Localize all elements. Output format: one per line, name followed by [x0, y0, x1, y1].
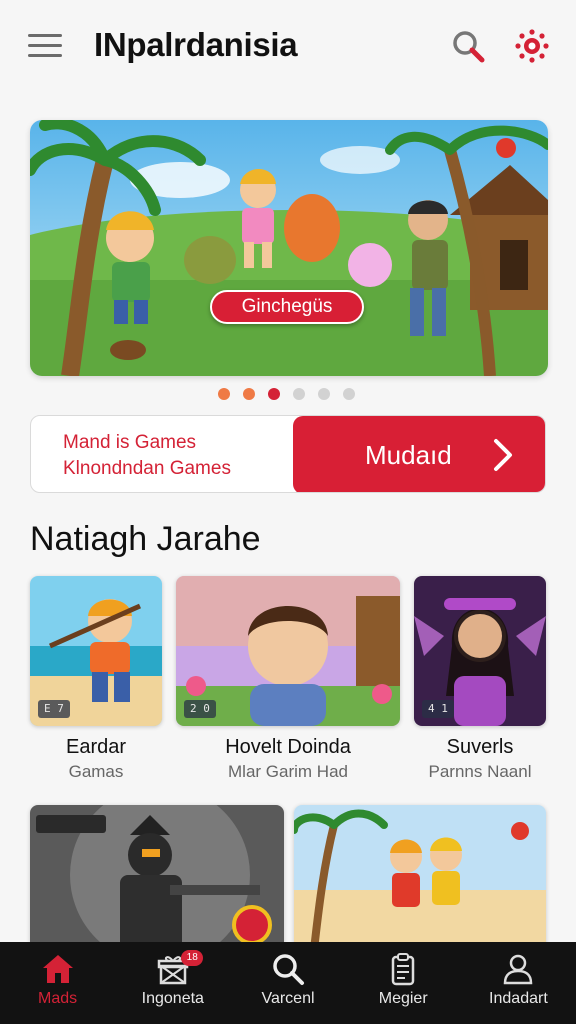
promo-action-button[interactable]: Mudaıd — [293, 416, 545, 492]
app-header: INpalrdanisia — [0, 0, 576, 92]
game-thumbnail: E 7 — [30, 576, 162, 726]
app-screen: INpalrdanisia Ginchegüs Mand is Games Kl… — [0, 0, 576, 1024]
nav-label: Varcenl — [261, 990, 315, 1007]
carousel-dot[interactable] — [293, 388, 305, 400]
nav-label: Mads — [38, 990, 78, 1007]
game-thumbnail — [30, 805, 284, 950]
app-title: INpalrdanisia — [94, 26, 298, 63]
game-card[interactable]: 2 0 Hovelt Doinda Mlar Garim Had — [176, 576, 400, 786]
carousel-dot-active[interactable] — [268, 388, 280, 400]
carousel-dot[interactable] — [218, 388, 230, 400]
nav-item-clipboard[interactable]: Megier — [346, 942, 461, 1024]
game-card[interactable] — [30, 805, 284, 950]
game-title: Hovelt Doinda — [225, 736, 351, 758]
carousel-dot[interactable] — [243, 388, 255, 400]
hamburger-menu-icon[interactable] — [28, 34, 62, 58]
carousel-dot[interactable] — [343, 388, 355, 400]
game-subtitle: Mlar Garim Had — [228, 762, 348, 781]
game-thumbnail — [294, 805, 546, 950]
carousel-dot[interactable] — [318, 388, 330, 400]
game-card[interactable] — [294, 805, 546, 950]
nav-label: Megier — [378, 990, 428, 1007]
game-thumbnail: 4 1 — [414, 576, 546, 726]
hero-cta-button[interactable]: Ginchegüs — [210, 290, 364, 324]
promo-button-label: Mudaıd — [365, 440, 452, 470]
promo-banner: Mand is Games Klnondndan Games Mudaıd — [30, 415, 546, 493]
promo-line-1: Mand is Games — [63, 432, 197, 453]
chevron-right-icon — [494, 439, 512, 471]
game-badge: 4 1 — [422, 700, 454, 718]
nav-item-gifts[interactable]: 18 Ingoneta — [115, 942, 230, 1024]
hero-banner[interactable]: Ginchegüs — [30, 120, 548, 376]
game-badge: 2 0 — [184, 700, 216, 718]
bottom-navigation: Mads 18 Ingoneta Varcenl Megier Indadart — [0, 942, 576, 1024]
game-card[interactable]: 4 1 Suverls Parnns Naanl — [414, 576, 546, 786]
nav-item-home[interactable]: Mads — [0, 942, 115, 1024]
hero-illustration — [30, 120, 548, 376]
search-icon — [273, 954, 304, 985]
game-title: Suverls — [446, 736, 514, 758]
gear-icon[interactable] — [514, 28, 550, 64]
notification-badge: 18 — [181, 950, 204, 966]
search-icon[interactable] — [450, 28, 486, 64]
game-thumbnail: 2 0 — [176, 576, 400, 726]
nav-label: Ingoneta — [141, 990, 204, 1007]
nav-item-profile[interactable]: Indadart — [461, 942, 576, 1024]
home-icon — [42, 955, 73, 983]
section-title: Natiagh Jarahe — [30, 520, 261, 558]
clipboard-icon — [391, 953, 415, 986]
game-subtitle: Gamas — [68, 762, 124, 781]
carousel-indicator — [218, 388, 355, 400]
user-icon — [504, 954, 533, 985]
promo-line-2: Klnondndan Games — [63, 458, 231, 479]
game-card[interactable]: E 7 Eardar Gamas — [30, 576, 162, 786]
game-title: Eardar — [65, 736, 127, 758]
nav-item-search[interactable]: Varcenl — [230, 942, 345, 1024]
game-badge: E 7 — [38, 700, 70, 718]
game-subtitle: Parnns Naanl — [428, 762, 532, 781]
promo-text: Mand is Games Klnondndan Games — [63, 430, 231, 482]
nav-label: Indadart — [489, 990, 548, 1007]
